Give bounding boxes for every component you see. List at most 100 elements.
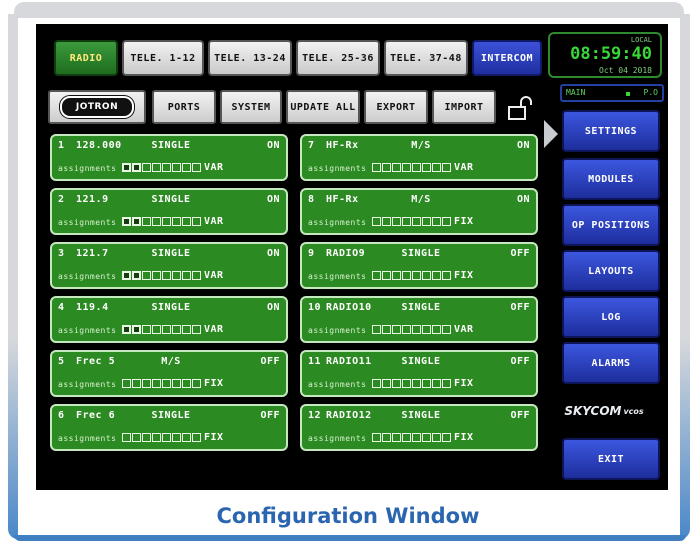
channel-card[interactable]: 11 RADIO11 SINGLE OFF assignments FIX [300,350,538,397]
channel-card[interactable]: 7 HF-Rx M/S ON assignments VAR [300,134,538,181]
assignment-slot [132,271,141,280]
tab-tele-13-24[interactable]: TELE. 13-24 [208,40,292,76]
tab-tele-25-36[interactable]: TELE. 25-36 [296,40,380,76]
assignment-slot [372,271,381,280]
assignments-label: assignments [308,272,367,281]
assignment-slot [382,325,391,334]
assignments-label: assignments [308,434,367,443]
channel-card[interactable]: 9 RADIO9 SINGLE OFF assignments FIX [300,242,538,289]
system-button[interactable]: SYSTEM [220,90,282,124]
assignments-label: assignments [308,164,367,173]
clock-date: Oct 04 2018 [599,66,652,75]
assignment-slot [192,325,201,334]
assignment-slot [372,433,381,442]
channel-mode: M/S [161,356,181,367]
assignment-slot [392,163,401,172]
assignment-slot [372,217,381,226]
channel-mode: SINGLE [151,140,191,151]
assignment-slot [382,217,391,226]
channel-state: ON [516,140,530,151]
channel-card[interactable]: 1 128.000 SINGLE ON assignments VAR [50,134,288,181]
channel-type: FIX [454,432,474,443]
assignment-slot [412,217,421,226]
channel-card[interactable]: 8 HF-Rx M/S ON assignments FIX [300,188,538,235]
position-indicator: MAIN P.O [560,84,664,102]
export-button[interactable]: EXPORT [364,90,428,124]
channel-card[interactable]: 3 121.7 SINGLE ON assignments VAR [50,242,288,289]
touch-screen: RADIO TELE. 1-12 TELE. 13-24 TELE. 25-36… [36,24,668,490]
modules-button[interactable]: MODULES [562,158,660,200]
channel-state: ON [266,194,280,205]
assignment-slot [182,325,191,334]
ports-button[interactable]: PORTS [152,90,216,124]
channel-type: VAR [204,324,224,335]
assignment-slot [432,217,441,226]
update-all-button[interactable]: UPDATE ALL [286,90,360,124]
assignment-slot [172,433,181,442]
alarms-button[interactable]: ALARMS [562,342,660,384]
channel-card[interactable]: 2 121.9 SINGLE ON assignments VAR [50,188,288,235]
channel-state: ON [266,140,280,151]
tab-radio[interactable]: RADIO [54,40,118,76]
exit-button[interactable]: EXIT [562,438,660,480]
channel-card[interactable]: 12 RADIO12 SINGLE OFF assignments FIX [300,404,538,451]
assignment-slot [412,271,421,280]
assignment-slot [432,433,441,442]
assignment-slot [422,433,431,442]
assignment-slot [412,379,421,388]
tab-tele-37-48[interactable]: TELE. 37-48 [384,40,468,76]
layouts-button[interactable]: LAYOUTS [562,250,660,292]
assignment-slot [132,217,141,226]
assignment-slot [422,379,431,388]
assignment-slot [192,379,201,388]
assignment-slot [122,325,131,334]
assignment-slot [152,325,161,334]
channel-mode: SINGLE [151,302,191,313]
jotron-logo-button[interactable]: JOTRON [48,90,146,124]
channel-mode: M/S [411,194,431,205]
import-button[interactable]: IMPORT [432,90,496,124]
assignment-slot [192,163,201,172]
assignment-slot [182,217,191,226]
channel-state: ON [516,194,530,205]
assignment-slot [392,271,401,280]
tab-tele-1-12[interactable]: TELE. 1-12 [122,40,204,76]
assignment-slot [392,217,401,226]
channel-mode: SINGLE [401,248,441,259]
tab-intercom[interactable]: INTERCOM [472,40,542,76]
assignment-slot [172,217,181,226]
padlock-open-icon[interactable] [508,96,534,126]
status-dot-icon [626,92,630,96]
op-positions-button[interactable]: OP POSITIONS [562,204,660,246]
channel-card[interactable]: 4 119.4 SINGLE ON assignments VAR [50,296,288,343]
assignments-label: assignments [58,218,117,227]
channel-state: OFF [260,356,280,367]
assignment-slot [172,379,181,388]
channel-type: FIX [204,432,224,443]
assignment-slot [122,271,131,280]
assignment-slot [192,433,201,442]
channel-card[interactable]: 10 RADIO10 SINGLE OFF assignments VAR [300,296,538,343]
jotron-logo: JOTRON [60,96,134,118]
frame-bottom [14,535,686,541]
assignments-label: assignments [308,326,367,335]
assignment-slot [372,379,381,388]
assignment-slot [412,325,421,334]
assignments-label: assignments [58,434,117,443]
log-button[interactable]: LOG [562,296,660,338]
skycom-logo-suffix: vcos [623,406,644,416]
channel-card[interactable]: 5 Frec 5 M/S OFF assignments FIX [50,350,288,397]
assignment-slot [172,163,181,172]
assignment-slot [142,379,151,388]
channel-mode: M/S [411,140,431,151]
assignment-slot [162,433,171,442]
assignment-slot [152,271,161,280]
assignment-slot [392,325,401,334]
assignment-slot [382,433,391,442]
assignments-label: assignments [58,380,117,389]
channel-mode: SINGLE [151,248,191,259]
settings-button[interactable]: SETTINGS [562,110,660,152]
channel-state: OFF [510,356,530,367]
assignment-slot [402,163,411,172]
channel-card[interactable]: 6 Frec 6 SINGLE OFF assignments FIX [50,404,288,451]
